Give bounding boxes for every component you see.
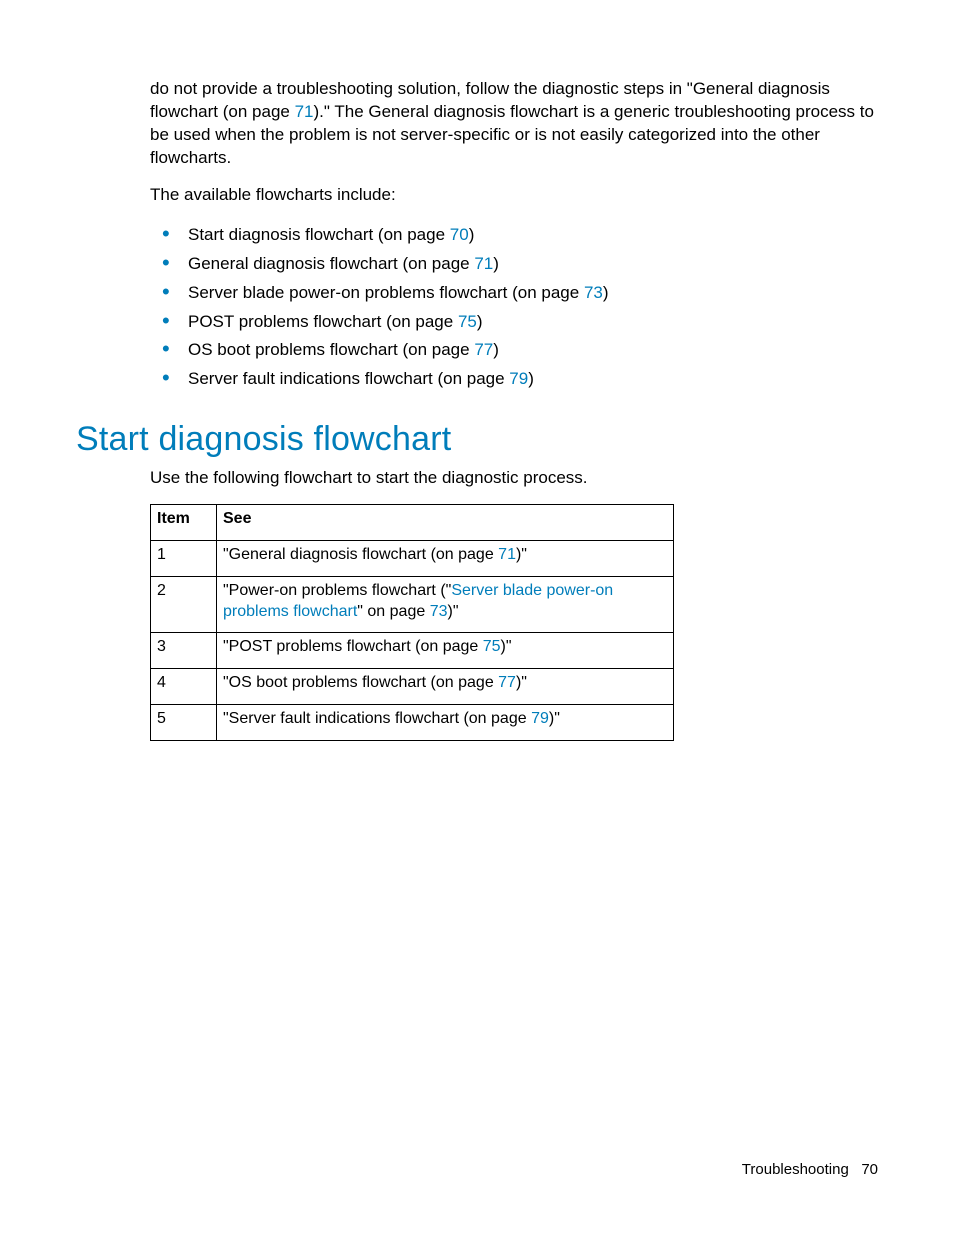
page-link[interactable]: 71: [498, 546, 516, 563]
list-item: Server fault indications flowchart (on p…: [150, 365, 878, 394]
table-cell-item: 5: [151, 705, 217, 741]
reference-table: Item See 1 "General diagnosis flowchart …: [150, 504, 674, 741]
table-cell-item: 1: [151, 541, 217, 577]
list-item: General diagnosis flowchart (on page 71): [150, 250, 878, 279]
table-cell-see: "POST problems flowchart (on page 75)": [217, 633, 674, 669]
table-row: 5 "Server fault indications flowchart (o…: [151, 705, 674, 741]
page-link[interactable]: 75: [458, 312, 477, 331]
table-row: 2 "Power-on problems flowchart ("Server …: [151, 576, 674, 633]
page-link[interactable]: 73: [584, 283, 603, 302]
flowchart-list: Start diagnosis flowchart (on page 70) G…: [150, 221, 878, 395]
list-item: Start diagnosis flowchart (on page 70): [150, 221, 878, 250]
table-header-see: See: [217, 505, 674, 541]
page-link[interactable]: 77: [498, 674, 516, 691]
table-row: 3 "POST problems flowchart (on page 75)": [151, 633, 674, 669]
table-cell-see: "General diagnosis flowchart (on page 71…: [217, 541, 674, 577]
section-subhead: Use the following flowchart to start the…: [150, 467, 878, 490]
page-link[interactable]: 77: [474, 340, 493, 359]
table-row: 1 "General diagnosis flowchart (on page …: [151, 541, 674, 577]
list-item: OS boot problems flowchart (on page 77): [150, 336, 878, 365]
table-cell-see: "Power-on problems flowchart ("Server bl…: [217, 576, 674, 633]
intro-paragraph-2: The available flowcharts include:: [150, 184, 878, 207]
table-header-row: Item See: [151, 505, 674, 541]
section-heading: Start diagnosis flowchart: [76, 420, 878, 459]
table-header-item: Item: [151, 505, 217, 541]
list-item: POST problems flowchart (on page 75): [150, 308, 878, 337]
list-item: Server blade power-on problems flowchart…: [150, 279, 878, 308]
table-cell-item: 2: [151, 576, 217, 633]
page-link[interactable]: 71: [474, 254, 493, 273]
page-link[interactable]: 75: [483, 638, 501, 655]
table-row: 4 "OS boot problems flowchart (on page 7…: [151, 669, 674, 705]
table-cell-item: 3: [151, 633, 217, 669]
intro-page-link[interactable]: 71: [295, 102, 314, 121]
table-cell-item: 4: [151, 669, 217, 705]
page-link[interactable]: 73: [430, 603, 448, 620]
footer-page-number: 70: [861, 1161, 878, 1178]
table-cell-see: "Server fault indications flowchart (on …: [217, 705, 674, 741]
footer-section: Troubleshooting: [742, 1161, 849, 1178]
intro-paragraph-1: do not provide a troubleshooting solutio…: [150, 78, 878, 170]
page-link[interactable]: 70: [450, 225, 469, 244]
page-link[interactable]: 79: [531, 710, 549, 727]
page-link[interactable]: 79: [509, 369, 528, 388]
table-cell-see: "OS boot problems flowchart (on page 77)…: [217, 669, 674, 705]
page-footer: Troubleshooting 70: [742, 1161, 878, 1178]
